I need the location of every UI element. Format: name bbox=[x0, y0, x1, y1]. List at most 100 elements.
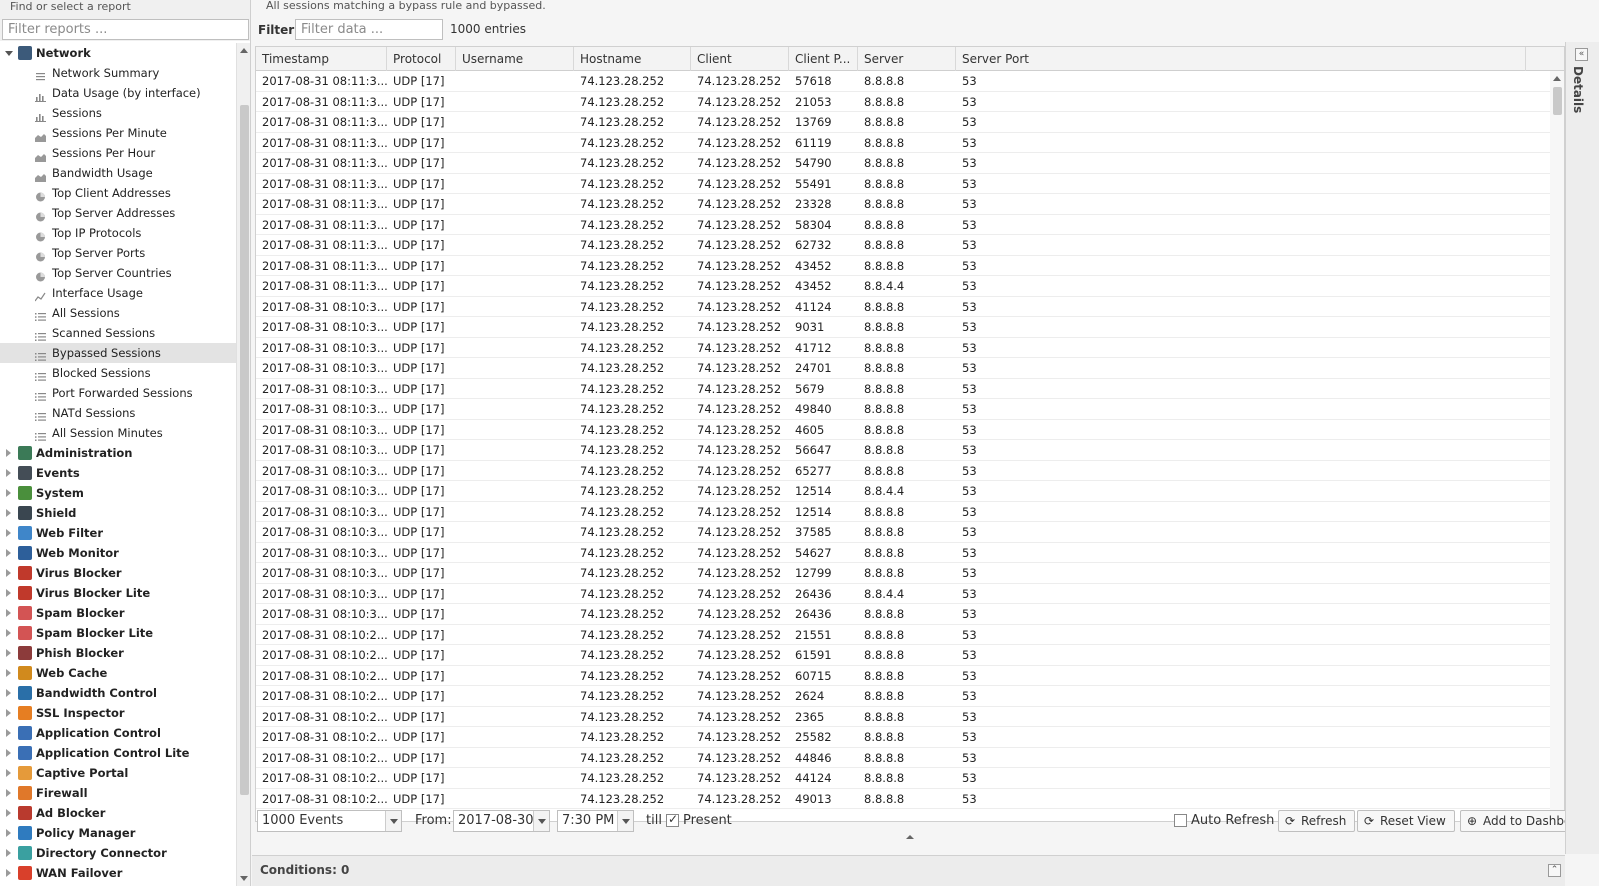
from-time-select[interactable]: 7:30 PM bbox=[557, 810, 634, 832]
scroll-up-arrow-icon[interactable] bbox=[240, 48, 248, 53]
table-row[interactable]: 2017-08-31 08:11:3... UDP [17] 74.123.28.2… bbox=[256, 256, 1551, 276]
table-row[interactable]: 2017-08-31 08:10:2... UDP [17] 74.123.28.2… bbox=[256, 707, 1551, 727]
report-item-natd-sessions[interactable]: NATd Sessions bbox=[0, 403, 236, 423]
report-item-all-session-minutes[interactable]: All Session Minutes bbox=[0, 423, 236, 443]
tree-group-phish-blocker[interactable]: Phish Blocker bbox=[0, 643, 236, 663]
report-item-top-client-addresses[interactable]: Top Client Addresses bbox=[0, 183, 236, 203]
table-row[interactable]: 2017-08-31 08:10:3... UDP [17] 74.123.28.2… bbox=[256, 543, 1551, 563]
report-item-top-server-countries[interactable]: Top Server Countries bbox=[0, 263, 236, 283]
grid-scroll-thumb[interactable] bbox=[1553, 87, 1562, 115]
collapsed-arrow-icon[interactable] bbox=[6, 489, 11, 497]
expanded-arrow-icon[interactable] bbox=[5, 51, 13, 56]
table-row[interactable]: 2017-08-31 08:10:3... UDP [17] 74.123.28.2… bbox=[256, 481, 1551, 502]
tree-group-application-control-lite[interactable]: Application Control Lite bbox=[0, 743, 236, 763]
table-row[interactable]: 2017-08-31 08:10:2... UDP [17] 74.123.28.2… bbox=[256, 727, 1551, 748]
from-date-field[interactable]: 2017-08-30 bbox=[453, 810, 550, 832]
table-row[interactable]: 2017-08-31 08:10:3... UDP [17] 74.123.28.2… bbox=[256, 420, 1551, 440]
chevron-down-icon[interactable] bbox=[617, 811, 633, 831]
tree-group-captive-portal[interactable]: Captive Portal bbox=[0, 763, 236, 783]
report-item-top-server-addresses[interactable]: Top Server Addresses bbox=[0, 203, 236, 223]
table-row[interactable]: 2017-08-31 08:10:3... UDP [17] 74.123.28.2… bbox=[256, 563, 1551, 584]
reset-view-button[interactable]: ⟳ Reset View bbox=[1357, 810, 1455, 832]
table-row[interactable]: 2017-08-31 08:10:3... UDP [17] 74.123.28.2… bbox=[256, 584, 1551, 604]
auto-refresh-checkbox[interactable] bbox=[1174, 814, 1187, 827]
table-row[interactable]: 2017-08-31 08:11:3... UDP [17] 74.123.28.2… bbox=[256, 153, 1551, 174]
table-row[interactable]: 2017-08-31 08:10:2... UDP [17] 74.123.28.2… bbox=[256, 625, 1551, 645]
table-row[interactable]: 2017-08-31 08:11:3... UDP [17] 74.123.28.2… bbox=[256, 194, 1551, 215]
collapsed-arrow-icon[interactable] bbox=[6, 849, 11, 857]
table-row[interactable]: 2017-08-31 08:11:3... UDP [17] 74.123.28.2… bbox=[256, 133, 1551, 153]
table-row[interactable]: 2017-08-31 08:10:2... UDP [17] 74.123.28.2… bbox=[256, 686, 1551, 707]
table-row[interactable]: 2017-08-31 08:11:3... UDP [17] 74.123.28.2… bbox=[256, 174, 1551, 194]
grid-scrollbar[interactable] bbox=[1550, 71, 1564, 821]
refresh-button[interactable]: ⟳ Refresh bbox=[1278, 810, 1356, 832]
calendar-icon[interactable] bbox=[533, 811, 549, 831]
tree-group-virus-blocker[interactable]: Virus Blocker bbox=[0, 563, 236, 583]
table-row[interactable]: 2017-08-31 08:11:3... UDP [17] 74.123.28.2… bbox=[256, 235, 1551, 256]
collapsed-arrow-icon[interactable] bbox=[6, 689, 11, 697]
report-item-interface-usage[interactable]: Interface Usage bbox=[0, 283, 236, 303]
tree-group-policy-manager[interactable]: Policy Manager bbox=[0, 823, 236, 843]
report-item-all-sessions[interactable]: All Sessions bbox=[0, 303, 236, 323]
report-filter-input[interactable] bbox=[2, 19, 249, 40]
tree-group-ad-blocker[interactable]: Ad Blocker bbox=[0, 803, 236, 823]
tree-group-administration[interactable]: Administration bbox=[0, 443, 236, 463]
table-row[interactable]: 2017-08-31 08:10:3... UDP [17] 74.123.28.2… bbox=[256, 522, 1551, 543]
collapsed-arrow-icon[interactable] bbox=[6, 829, 11, 837]
table-row[interactable]: 2017-08-31 08:10:2... UDP [17] 74.123.28.2… bbox=[256, 748, 1551, 768]
report-item-blocked-sessions[interactable]: Blocked Sessions bbox=[0, 363, 236, 383]
collapsed-arrow-icon[interactable] bbox=[6, 749, 11, 757]
tree-group-web-cache[interactable]: Web Cache bbox=[0, 663, 236, 683]
table-row[interactable]: 2017-08-31 08:10:3... UDP [17] 74.123.28.2… bbox=[256, 604, 1551, 625]
tree-group-shield[interactable]: Shield bbox=[0, 503, 236, 523]
table-row[interactable]: 2017-08-31 08:10:3... UDP [17] 74.123.28.2… bbox=[256, 358, 1551, 379]
report-tree-scrollbar[interactable] bbox=[236, 43, 250, 886]
tree-group-bandwidth-control[interactable]: Bandwidth Control bbox=[0, 683, 236, 703]
table-row[interactable]: 2017-08-31 08:10:2... UDP [17] 74.123.28.2… bbox=[256, 789, 1551, 809]
tree-group-web-filter[interactable]: Web Filter bbox=[0, 523, 236, 543]
report-item-port-forwarded-sessions[interactable]: Port Forwarded Sessions bbox=[0, 383, 236, 403]
tree-group-virus-blocker-lite[interactable]: Virus Blocker Lite bbox=[0, 583, 236, 603]
report-tree-scroll-thumb[interactable] bbox=[240, 105, 249, 795]
events-limit-select[interactable]: 1000 Events bbox=[257, 810, 402, 832]
table-row[interactable]: 2017-08-31 08:10:2... UDP [17] 74.123.28.2… bbox=[256, 666, 1551, 686]
report-item-top-server-ports[interactable]: Top Server Ports bbox=[0, 243, 236, 263]
present-checkbox[interactable] bbox=[666, 812, 679, 827]
column-header-server-port[interactable]: Server Port bbox=[956, 47, 1526, 71]
report-item-top-ip-protocols[interactable]: Top IP Protocols bbox=[0, 223, 236, 243]
chevron-down-icon[interactable] bbox=[385, 811, 401, 831]
collapsed-arrow-icon[interactable] bbox=[6, 529, 11, 537]
collapsed-arrow-icon[interactable] bbox=[6, 589, 11, 597]
collapsed-arrow-icon[interactable] bbox=[6, 729, 11, 737]
expand-details-icon[interactable]: « bbox=[1575, 48, 1588, 61]
column-header-hostname[interactable]: Hostname bbox=[574, 47, 691, 71]
collapsed-arrow-icon[interactable] bbox=[6, 469, 11, 477]
collapsed-arrow-icon[interactable] bbox=[6, 669, 11, 677]
table-row[interactable]: 2017-08-31 08:10:3... UDP [17] 74.123.28.2… bbox=[256, 502, 1551, 522]
table-row[interactable]: 2017-08-31 08:10:3... UDP [17] 74.123.28.2… bbox=[256, 399, 1551, 420]
report-item-sessions-per-minute[interactable]: Sessions Per Minute bbox=[0, 123, 236, 143]
table-row[interactable]: 2017-08-31 08:10:3... UDP [17] 74.123.28.2… bbox=[256, 338, 1551, 358]
column-header-protocol[interactable]: Protocol bbox=[387, 47, 456, 71]
report-item-bypassed-sessions[interactable]: Bypassed Sessions bbox=[0, 343, 236, 363]
column-header-timestamp[interactable]: Timestamp bbox=[256, 47, 387, 71]
tree-group-events[interactable]: Events bbox=[0, 463, 236, 483]
table-row[interactable]: 2017-08-31 08:11:3... UDP [17] 74.123.28.2… bbox=[256, 92, 1551, 112]
tree-group-spam-blocker[interactable]: Spam Blocker bbox=[0, 603, 236, 623]
table-row[interactable]: 2017-08-31 08:10:2... UDP [17] 74.123.28.2… bbox=[256, 645, 1551, 666]
report-item-bandwidth-usage[interactable]: Bandwidth Usage bbox=[0, 163, 236, 183]
report-item-network-summary[interactable]: Network Summary bbox=[0, 63, 236, 83]
table-row[interactable]: 2017-08-31 08:11:3... UDP [17] 74.123.28.2… bbox=[256, 112, 1551, 133]
table-row[interactable]: 2017-08-31 08:11:3... UDP [17] 74.123.28.2… bbox=[256, 215, 1551, 235]
report-item-sessions-per-hour[interactable]: Sessions Per Hour bbox=[0, 143, 236, 163]
table-row[interactable]: 2017-08-31 08:11:3... UDP [17] 74.123.28.2… bbox=[256, 71, 1551, 92]
tree-group-firewall[interactable]: Firewall bbox=[0, 783, 236, 803]
column-header-client[interactable]: Client bbox=[691, 47, 789, 71]
tree-group-system[interactable]: System bbox=[0, 483, 236, 503]
tree-group-network[interactable]: Network bbox=[0, 43, 236, 63]
column-header-client-p[interactable]: Client P... bbox=[789, 47, 858, 71]
tree-group-application-control[interactable]: Application Control bbox=[0, 723, 236, 743]
collapsed-arrow-icon[interactable] bbox=[6, 569, 11, 577]
table-row[interactable]: 2017-08-31 08:10:3... UDP [17] 74.123.28.2… bbox=[256, 461, 1551, 481]
scroll-down-arrow-icon[interactable] bbox=[240, 876, 248, 881]
